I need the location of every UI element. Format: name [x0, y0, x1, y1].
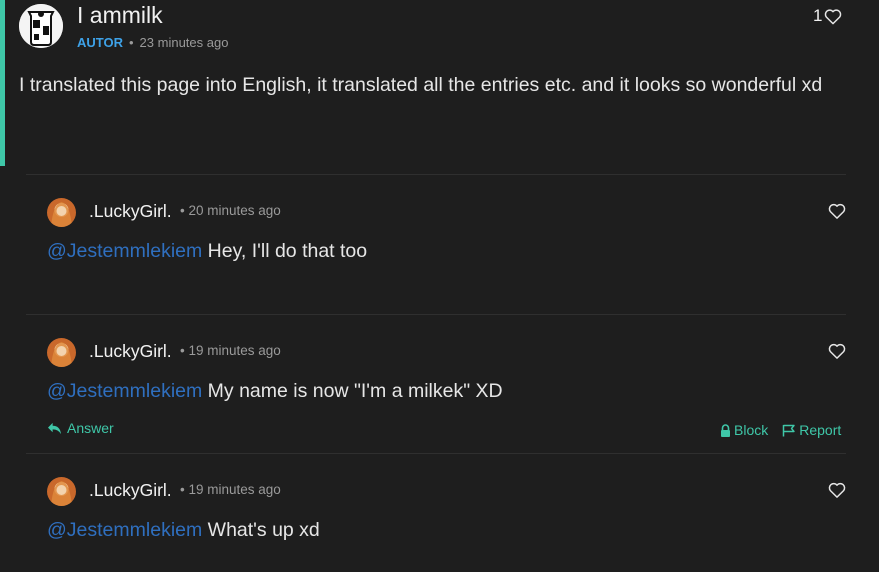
answer-label: Answer: [67, 420, 114, 436]
block-button[interactable]: Block: [720, 422, 768, 438]
avatar[interactable]: [47, 338, 76, 367]
reply-body: Hey, I'll do that too: [202, 240, 368, 262]
like-count: 1: [813, 6, 823, 25]
main-comment: I ammilk AUTOR • 23 minutes ago 1 I transl…: [0, 0, 879, 166]
reply-timestamp: • 20 minutes ago: [180, 203, 281, 218]
user-mention[interactable]: @Jestemmlekiem: [47, 380, 202, 402]
reply-item: .LuckyGirl. • 19 minutes ago @Jestemmlek…: [26, 453, 846, 572]
report-button[interactable]: Report: [782, 422, 841, 438]
user-mention[interactable]: @Jestemmlekiem: [47, 519, 202, 541]
avatar[interactable]: [19, 4, 63, 48]
heart-outline-icon[interactable]: [828, 342, 846, 360]
heart-outline-icon: [825, 8, 842, 24]
flag-icon: [782, 424, 795, 436]
comment-meta: AUTOR • 23 minutes ago: [77, 35, 228, 50]
reply-author-name[interactable]: .LuckyGirl.: [89, 341, 172, 362]
comment-text: I translated this page into English, it …: [19, 74, 823, 96]
user-mention[interactable]: @Jestemmlekiem: [47, 240, 202, 262]
reply-item: .LuckyGirl. • 19 minutes ago @Jestemmlek…: [26, 314, 846, 454]
avatar[interactable]: [47, 477, 76, 506]
moderation-actions: Block Report: [720, 422, 841, 438]
author-badge: AUTOR: [77, 35, 123, 50]
reply-arrow-icon: [48, 422, 61, 434]
reply-timestamp: • 19 minutes ago: [180, 482, 281, 497]
heart-outline-icon[interactable]: [828, 481, 846, 499]
heart-outline-icon[interactable]: [828, 202, 846, 220]
reply-text: @Jestemmlekiem Hey, I'll do that too: [47, 240, 367, 263]
block-label: Block: [734, 422, 769, 438]
reply-item: .LuckyGirl. • 20 minutes ago @Jestemmlek…: [26, 174, 846, 315]
accent-bar: [0, 0, 5, 166]
reply-author-name[interactable]: .LuckyGirl.: [89, 480, 172, 501]
lock-icon: [721, 423, 730, 437]
reply-timestamp: • 19 minutes ago: [180, 343, 281, 358]
author-name[interactable]: I ammilk: [77, 2, 163, 29]
separator-dot: •: [128, 35, 134, 50]
timestamp: 23 minutes ago: [139, 35, 229, 50]
reply-author-name[interactable]: .LuckyGirl.: [89, 201, 172, 222]
answer-button[interactable]: Answer: [47, 420, 114, 436]
avatar[interactable]: [47, 198, 76, 227]
reply-body: What's up xd: [202, 519, 320, 541]
reply-body: My name is now "I'm a milkek" XD: [202, 380, 503, 402]
reply-text: @Jestemmlekiem My name is now "I'm a mil…: [47, 380, 503, 403]
like-button[interactable]: 1: [813, 6, 842, 26]
report-label: Report: [799, 422, 842, 438]
reply-text: @Jestemmlekiem What's up xd: [47, 519, 320, 542]
